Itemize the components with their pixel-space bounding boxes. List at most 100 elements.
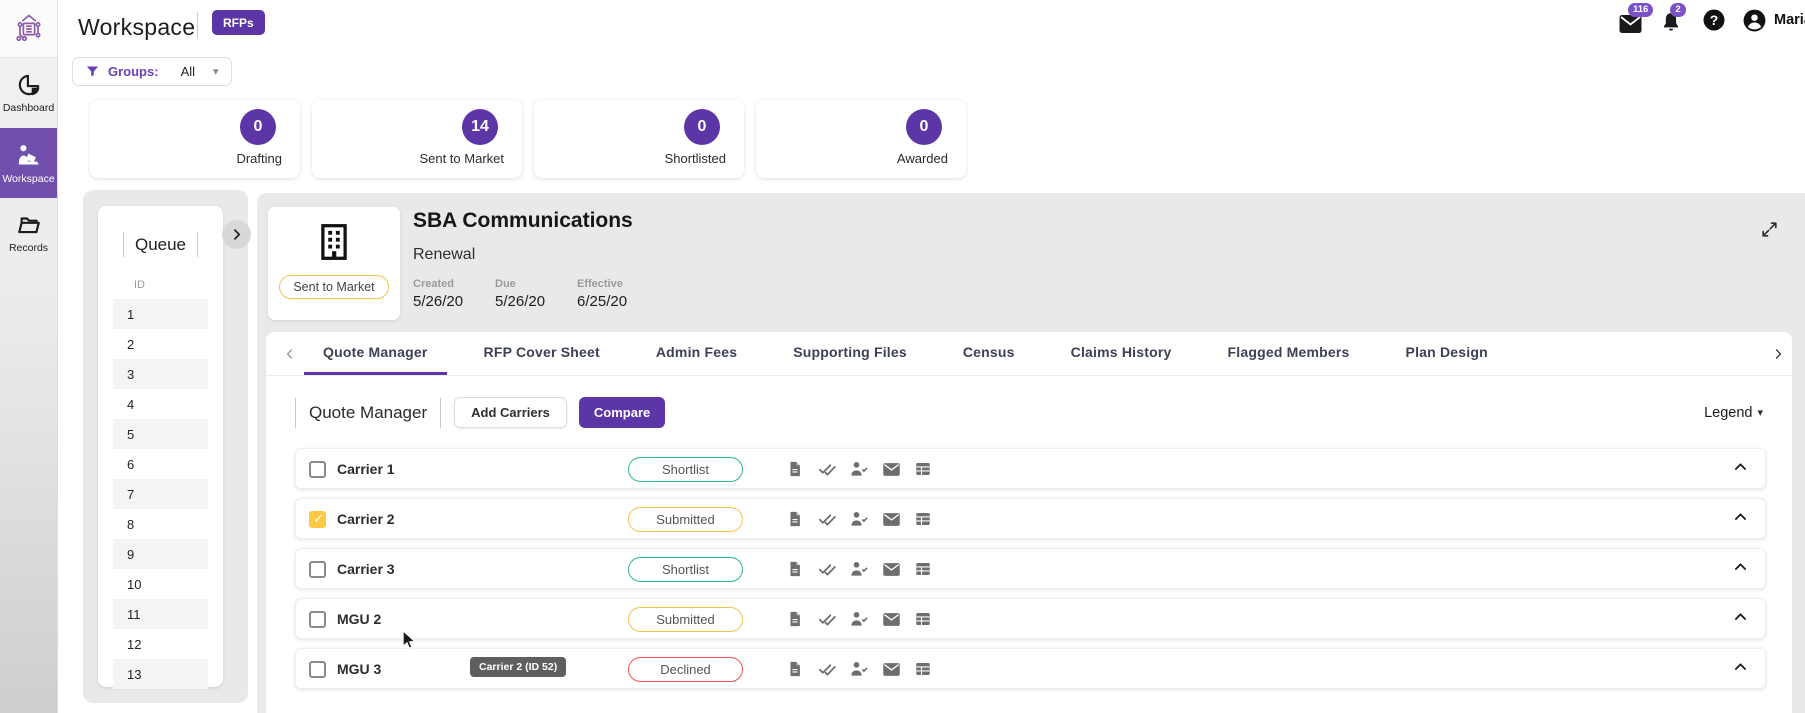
stat-label: Shortlisted <box>664 151 726 166</box>
double-check-icon[interactable] <box>816 558 838 580</box>
table-icon[interactable] <box>912 458 934 480</box>
tab-quote-manager[interactable]: Quote Manager <box>304 332 447 375</box>
person-check-icon[interactable] <box>848 658 870 680</box>
carrier-checkbox[interactable] <box>309 661 326 678</box>
table-icon[interactable] <box>912 558 934 580</box>
carrier-list: Carrier 1 Shortlist ✓ Carrier 2 Submitte… <box>295 448 1792 689</box>
mail-icon[interactable] <box>880 458 902 480</box>
chevron-right-icon <box>234 229 241 240</box>
tab-census[interactable]: Census <box>944 332 1034 375</box>
file-icon[interactable] <box>784 458 806 480</box>
notifications-button[interactable]: 2 <box>1660 3 1686 34</box>
compare-button[interactable]: Compare <box>578 397 666 428</box>
queue-collapse-button[interactable] <box>222 220 251 249</box>
add-carriers-button[interactable]: Add Carriers <box>454 397 567 428</box>
person-check-icon[interactable] <box>848 508 870 530</box>
filter-funnel-icon <box>86 66 99 77</box>
carrier-row: Carrier 3 Shortlist <box>295 548 1766 589</box>
double-check-icon[interactable] <box>816 658 838 680</box>
queue-row[interactable]: 10 <box>113 569 208 599</box>
queue-row[interactable]: 3 <box>113 359 208 389</box>
queue-row[interactable]: 7 <box>113 479 208 509</box>
groups-filter[interactable]: Groups: All ▾ <box>72 57 232 86</box>
person-check-icon[interactable] <box>848 558 870 580</box>
file-icon[interactable] <box>784 658 806 680</box>
tab-claims-history[interactable]: Claims History <box>1052 332 1191 375</box>
queue-row[interactable]: 12 <box>113 629 208 659</box>
carrier-checkbox[interactable] <box>309 561 326 578</box>
stat-card-sent-to-market[interactable]: 14 Sent to Market <box>312 100 522 178</box>
mail-button[interactable]: 116 <box>1618 3 1654 34</box>
user-menu[interactable]: Maria <box>1742 8 1805 33</box>
queue-row[interactable]: 2 <box>113 329 208 359</box>
file-icon[interactable] <box>784 608 806 630</box>
rfps-badge[interactable]: RFPs <box>212 10 265 35</box>
stat-label: Drafting <box>236 151 282 166</box>
tab-admin-fees[interactable]: Admin Fees <box>637 332 756 375</box>
carrier-checkbox[interactable] <box>309 511 326 528</box>
mail-icon[interactable] <box>880 508 902 530</box>
file-icon[interactable] <box>784 558 806 580</box>
help-button[interactable]: ? <box>1702 8 1726 32</box>
carrier-status-pill: Submitted <box>628 607 743 632</box>
queue-row[interactable]: 1 <box>113 299 208 329</box>
expand-button[interactable] <box>1760 220 1779 239</box>
person-check-icon[interactable] <box>848 608 870 630</box>
rfp-status-pill[interactable]: Sent to Market <box>279 275 389 299</box>
mail-icon[interactable] <box>880 608 902 630</box>
tab-flagged-members[interactable]: Flagged Members <box>1209 332 1369 375</box>
chevron-down-icon: ▾ <box>213 66 219 78</box>
collapse-row-button[interactable] <box>1732 558 1749 575</box>
stat-card-shortlisted[interactable]: 0 Shortlisted <box>534 100 744 178</box>
collapse-row-button[interactable] <box>1732 508 1749 525</box>
date-field: Effective 6/25/20 <box>577 278 633 310</box>
notification-count-badge: 2 <box>1670 3 1686 18</box>
stat-card-drafting[interactable]: 0 Drafting <box>90 100 300 178</box>
table-icon[interactable] <box>912 658 934 680</box>
sidebar-item-dashboard[interactable]: Dashboard <box>0 58 57 128</box>
tabs-scroll-left-button[interactable] <box>276 348 304 360</box>
queue-row[interactable]: 5 <box>113 419 208 449</box>
tab-rfp-cover-sheet[interactable]: RFP Cover Sheet <box>465 332 619 375</box>
carrier-checkbox[interactable] <box>309 611 326 628</box>
table-icon[interactable] <box>912 608 934 630</box>
tabs-scroll-right-button[interactable] <box>1772 348 1784 360</box>
queue-card: Queue ID 1 2 3 4 5 6 7 8 9 10 11 12 13 <box>98 206 223 689</box>
stat-card-awarded[interactable]: 0 Awarded <box>756 100 966 178</box>
table-icon[interactable] <box>912 508 934 530</box>
double-check-icon[interactable] <box>816 608 838 630</box>
chevron-right-icon <box>1775 348 1782 359</box>
chevron-up-icon <box>1734 463 1747 470</box>
queue-row[interactable]: 8 <box>113 509 208 539</box>
user-name: Maria <box>1774 12 1805 28</box>
queue-row[interactable]: 11 <box>113 599 208 629</box>
mail-icon[interactable] <box>880 658 902 680</box>
stat-count-badge: 0 <box>906 109 942 145</box>
carrier-status-pill: Declined <box>628 657 743 682</box>
collapse-row-button[interactable] <box>1732 658 1749 675</box>
collapse-row-button[interactable] <box>1732 458 1749 475</box>
app-logo[interactable] <box>0 0 57 58</box>
legend-dropdown[interactable]: Legend ▾ <box>1704 405 1763 421</box>
sidebar-item-records[interactable]: Records <box>0 198 57 268</box>
double-check-icon[interactable] <box>816 458 838 480</box>
queue-row[interactable]: 9 <box>113 539 208 569</box>
date-field: Created 5/26/20 <box>413 278 469 310</box>
file-icon[interactable] <box>784 508 806 530</box>
sidebar-item-workspace[interactable]: Workspace <box>0 128 57 198</box>
company-tile: Sent to Market <box>268 207 400 320</box>
collapse-row-button[interactable] <box>1732 608 1749 625</box>
person-check-icon[interactable] <box>848 458 870 480</box>
double-check-icon[interactable] <box>816 508 838 530</box>
date-value: 5/26/20 <box>495 293 546 310</box>
carrier-actions <box>784 658 934 680</box>
queue-row[interactable]: 6 <box>113 449 208 479</box>
tab-supporting-files[interactable]: Supporting Files <box>774 332 926 375</box>
tab-plan-design[interactable]: Plan Design <box>1387 332 1507 375</box>
rfp-detail-panel: Sent to Market SBA Communications Renewa… <box>257 193 1805 713</box>
chevron-down-icon: ▾ <box>1757 407 1763 419</box>
mail-icon[interactable] <box>880 558 902 580</box>
queue-row[interactable]: 4 <box>113 389 208 419</box>
carrier-checkbox[interactable] <box>309 461 326 478</box>
queue-row[interactable]: 13 <box>113 659 208 689</box>
